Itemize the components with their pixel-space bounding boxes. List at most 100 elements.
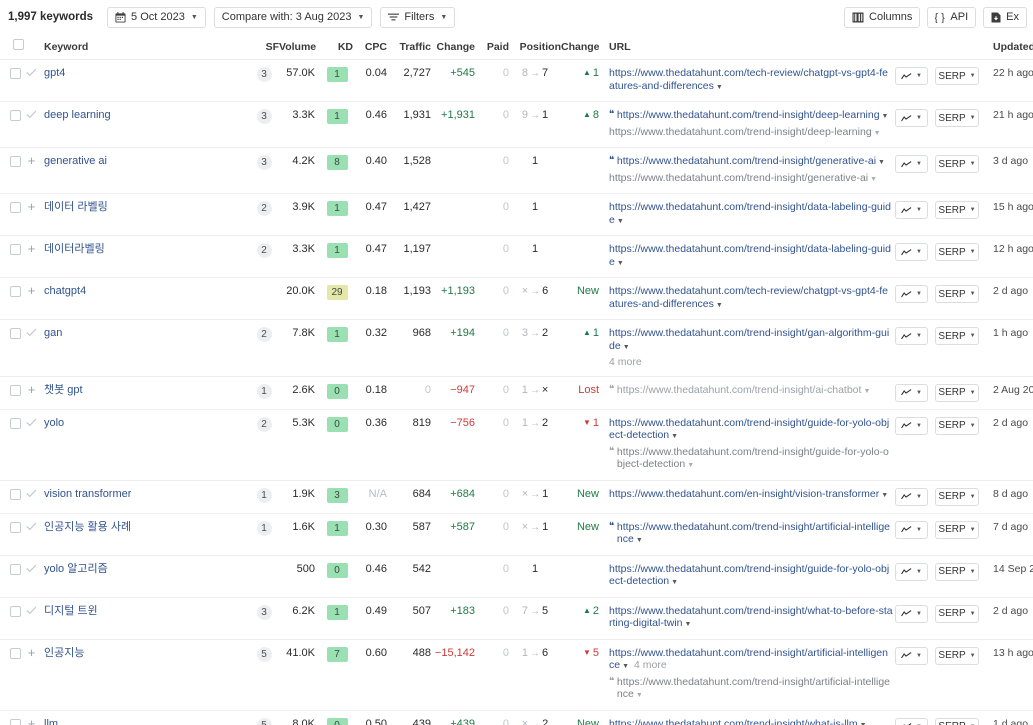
check-icon[interactable] bbox=[26, 488, 37, 500]
row-checkbox[interactable] bbox=[10, 286, 21, 297]
url-link[interactable]: https://www.thedatahunt.com/trend-insigh… bbox=[617, 446, 889, 471]
table-row[interactable]: + 데이터라벨링 2 3.3K 1 0.47 1,197 0 1 https://www.thed… bbox=[0, 235, 1033, 278]
row-checkbox[interactable] bbox=[10, 488, 21, 500]
serp-button[interactable]: SERP▼ bbox=[935, 285, 979, 303]
table-row[interactable]: + chatgpt4 20.0K 29 0.18 1,193 +1,193 0 × → 6 New ht… bbox=[0, 277, 1033, 320]
check-icon[interactable] bbox=[26, 605, 37, 617]
serp-button[interactable]: SERP▼ bbox=[935, 383, 979, 402]
row-checkbox[interactable] bbox=[10, 647, 21, 659]
keyword-link[interactable]: 챗봇 gpt bbox=[44, 384, 83, 397]
keyword-link[interactable]: yolo 알고리즘 bbox=[44, 563, 108, 576]
chevron-down-icon[interactable]: ▼ bbox=[683, 621, 692, 628]
row-checkbox[interactable] bbox=[10, 110, 21, 121]
row-checkbox[interactable] bbox=[10, 563, 21, 575]
keyword-link[interactable]: 인공지능 활용 사례 bbox=[44, 521, 131, 534]
url-link[interactable]: https://www.thedatahunt.com/tech-review/… bbox=[609, 67, 888, 92]
table-row[interactable]: + 챗봇 gpt 1 2.6K 0 0.18 0 −947 0 1 → × Lost ❝ https://w… bbox=[0, 376, 1033, 410]
more-urls-link[interactable]: 4 more bbox=[609, 356, 642, 369]
date-picker-button[interactable]: 5 Oct 2023 ▼ bbox=[107, 6, 206, 28]
keyword-link[interactable]: chatgpt4 bbox=[44, 285, 86, 298]
col-kd[interactable]: KD bbox=[321, 34, 353, 60]
check-icon[interactable] bbox=[26, 563, 37, 575]
serp-button[interactable]: SERP▼ bbox=[935, 201, 979, 219]
url-link[interactable]: https://www.thedatahunt.com/trend-insigh… bbox=[617, 155, 876, 167]
filters-button[interactable]: Filters ▼ bbox=[380, 6, 456, 28]
metrics-chart-button[interactable]: ▼ bbox=[895, 155, 928, 173]
table-row[interactable]: gan 2 7.8K 1 0.32 968 +194 0 3 → 2 ▲ 1 https://www.th… bbox=[0, 319, 1033, 377]
col-paid[interactable]: Paid bbox=[479, 34, 509, 60]
url-link[interactable]: https://www.thedatahunt.com/trend-insigh… bbox=[609, 327, 889, 352]
metrics-chart-button[interactable]: ▼ bbox=[895, 487, 928, 506]
metrics-chart-button[interactable]: ▼ bbox=[895, 604, 928, 623]
serp-button[interactable]: SERP▼ bbox=[935, 717, 979, 725]
serp-button[interactable]: SERP▼ bbox=[935, 67, 979, 85]
table-row[interactable]: yolo 알고리즘 500 0 0.46 542 0 1 https://www.thedat… bbox=[0, 555, 1033, 598]
table-row[interactable]: deep learning 3 3.3K 1 0.46 1,931 +1,931 0 9 → 1 ▲ 8… bbox=[0, 101, 1033, 148]
metrics-chart-button[interactable]: ▼ bbox=[895, 383, 928, 402]
chevron-down-icon[interactable]: ▼ bbox=[861, 388, 870, 395]
url-link[interactable]: https://www.thedatahunt.com/trend-insigh… bbox=[609, 417, 889, 442]
plus-icon[interactable]: + bbox=[26, 717, 37, 725]
col-change-traffic[interactable]: Change bbox=[431, 34, 479, 60]
col-traffic[interactable]: Traffic bbox=[391, 34, 431, 60]
chevron-down-icon[interactable]: ▼ bbox=[872, 130, 881, 137]
check-icon[interactable] bbox=[26, 521, 37, 533]
url-link[interactable]: https://www.thedatahunt.com/trend-insigh… bbox=[617, 521, 890, 546]
url-link[interactable]: https://www.thedatahunt.com/en-insight/v… bbox=[609, 488, 879, 500]
serp-button[interactable]: SERP▼ bbox=[935, 243, 979, 261]
keyword-link[interactable]: 디지털 트윈 bbox=[44, 605, 98, 618]
metrics-chart-button[interactable]: ▼ bbox=[895, 646, 928, 665]
chevron-down-icon[interactable]: ▼ bbox=[669, 433, 678, 440]
chevron-down-icon[interactable]: ▼ bbox=[685, 462, 694, 469]
chevron-down-icon[interactable]: ▼ bbox=[621, 344, 630, 351]
row-checkbox[interactable] bbox=[10, 605, 21, 617]
row-checkbox[interactable] bbox=[10, 68, 21, 79]
col-url[interactable]: URL bbox=[605, 34, 893, 60]
chevron-down-icon[interactable]: ▼ bbox=[615, 260, 624, 267]
serp-button[interactable]: SERP▼ bbox=[935, 487, 979, 506]
plus-icon[interactable]: + bbox=[26, 200, 37, 213]
select-all-checkbox[interactable] bbox=[13, 39, 24, 50]
api-button[interactable]: { } API bbox=[927, 6, 977, 28]
check-icon[interactable] bbox=[26, 327, 37, 339]
keyword-link[interactable]: yolo bbox=[44, 417, 64, 430]
col-sf[interactable]: SF bbox=[249, 34, 279, 60]
row-checkbox[interactable] bbox=[10, 718, 21, 725]
serp-button[interactable]: SERP▼ bbox=[935, 520, 979, 539]
check-icon[interactable] bbox=[26, 109, 37, 121]
serp-button[interactable]: SERP▼ bbox=[935, 562, 979, 581]
table-row[interactable]: + llm 5 8.0K 0 0.50 439 +439 0 × → 2 New https://www.… bbox=[0, 710, 1033, 725]
url-link[interactable]: https://www.thedatahunt.com/trend-insigh… bbox=[609, 718, 858, 725]
chevron-down-icon[interactable]: ▼ bbox=[620, 663, 629, 670]
row-checkbox[interactable] bbox=[10, 156, 21, 167]
serp-button[interactable]: SERP▼ bbox=[935, 109, 979, 127]
row-checkbox[interactable] bbox=[10, 521, 21, 533]
plus-icon[interactable]: + bbox=[26, 242, 37, 255]
serp-button[interactable]: SERP▼ bbox=[935, 604, 979, 623]
chevron-down-icon[interactable]: ▼ bbox=[858, 722, 867, 725]
row-checkbox[interactable] bbox=[10, 328, 21, 339]
row-checkbox[interactable] bbox=[10, 202, 21, 213]
export-button[interactable]: Ex bbox=[983, 6, 1027, 28]
keyword-link[interactable]: 인공지능 bbox=[44, 647, 84, 660]
col-updated[interactable]: Updated bbox=[989, 34, 1033, 60]
check-icon[interactable] bbox=[26, 417, 37, 429]
url-link[interactable]: https://www.thedatahunt.com/trend-insigh… bbox=[609, 201, 891, 226]
serp-button[interactable]: SERP▼ bbox=[935, 155, 979, 173]
col-cpc[interactable]: CPC bbox=[353, 34, 391, 60]
chevron-down-icon[interactable]: ▼ bbox=[876, 159, 885, 166]
metrics-chart-button[interactable]: ▼ bbox=[895, 717, 928, 725]
metrics-chart-button[interactable]: ▼ bbox=[895, 109, 928, 127]
table-row[interactable]: yolo 2 5.3K 0 0.36 819 −756 0 1 → 2 ▼ 1 https://www.t… bbox=[0, 409, 1033, 481]
url-link[interactable]: https://www.thedatahunt.com/trend-insigh… bbox=[617, 384, 862, 396]
row-checkbox[interactable] bbox=[10, 244, 21, 255]
chevron-down-icon[interactable]: ▼ bbox=[714, 302, 723, 309]
plus-icon[interactable]: + bbox=[26, 284, 37, 297]
col-keyword[interactable]: Keyword bbox=[24, 34, 249, 60]
keyword-link[interactable]: deep learning bbox=[44, 109, 111, 122]
col-position[interactable]: Position bbox=[509, 34, 561, 60]
col-volume[interactable]: Volume bbox=[279, 34, 321, 60]
keyword-link[interactable]: gan bbox=[44, 327, 62, 340]
metrics-chart-button[interactable]: ▼ bbox=[895, 520, 928, 539]
metrics-chart-button[interactable]: ▼ bbox=[895, 562, 928, 581]
